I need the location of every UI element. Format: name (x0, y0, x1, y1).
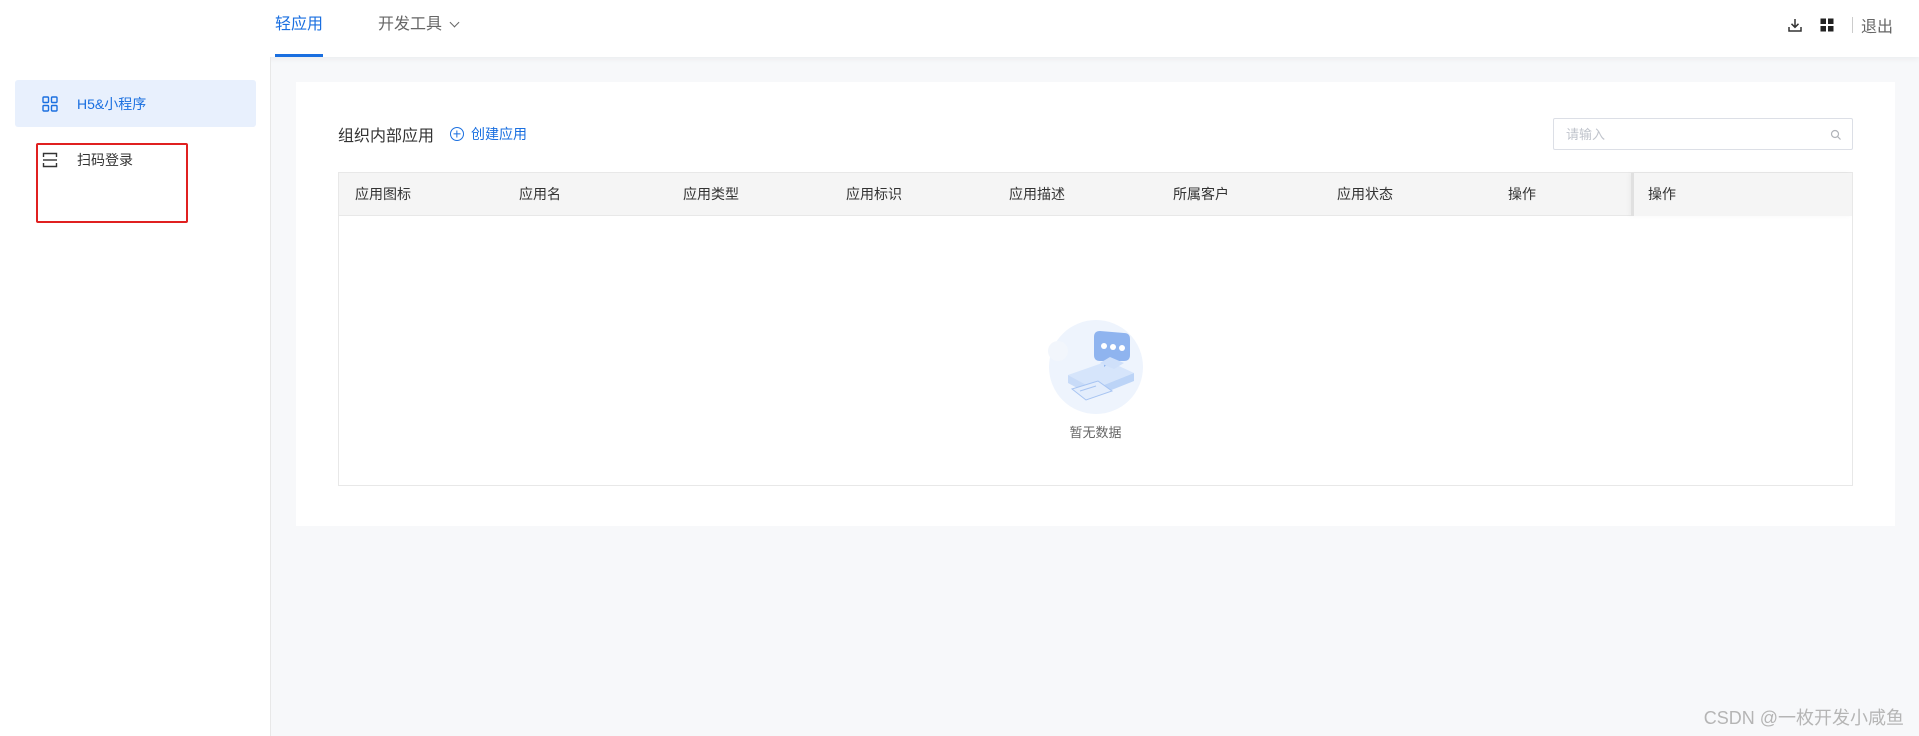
tab-light-apps-label: 轻应用 (275, 16, 324, 33)
column-header: 所属客户 (1173, 186, 1229, 202)
column-header: 应用标识 (846, 186, 902, 202)
main-card: 组织内部应用 创建应用 应用图标 应用名 应用类型 应用标识 应用描述 所属客户… (296, 82, 1895, 526)
apps-table: 应用图标 应用名 应用类型 应用标识 应用描述 所属客户 应用状态 操作 操作 (338, 172, 1853, 486)
column-header: 应用名 (519, 186, 561, 202)
sidebar-item-scan-login[interactable]: 扫码登录 (15, 136, 256, 183)
empty-box-illustration (1048, 320, 1143, 414)
divider (1851, 17, 1853, 33)
column-header: 应用图标 (355, 186, 411, 202)
create-app-label: 创建应用 (471, 126, 528, 142)
grid-icon[interactable] (1816, 14, 1838, 36)
card-header: 组织内部应用 创建应用 (338, 122, 527, 146)
sidebar-item-label: H5&小程序 (77, 95, 147, 112)
tab-dev-tools-label: 开发工具 (378, 16, 443, 33)
column-header: 应用状态 (1337, 186, 1393, 202)
watermark: CSDN @一枚开发小咸鱼 (1703, 708, 1904, 728)
header-actions: 退出 (1784, 14, 1893, 36)
fixed-column-header: 操作 (1631, 173, 1852, 216)
column-header: 应用描述 (1009, 186, 1065, 202)
scan-icon (41, 151, 59, 169)
apps-grid-icon (41, 95, 59, 113)
empty-state: 暂无数据 (339, 216, 1852, 486)
plus-circle-icon (450, 127, 465, 141)
search-input[interactable] (1554, 119, 1852, 149)
tab-dev-tools[interactable]: 开发工具 (378, 0, 460, 57)
page-title: 组织内部应用 (338, 128, 435, 145)
top-navigation-bar: 轻应用 开发工具 退出 (0, 0, 1919, 57)
search-icon (1830, 129, 1841, 140)
empty-state-text: 暂无数据 (1069, 425, 1122, 440)
table-header: 应用图标 应用名 应用类型 应用标识 应用描述 所属客户 应用状态 操作 操作 (339, 173, 1852, 216)
chevron-down-icon (449, 17, 460, 28)
logout-link[interactable]: 退出 (1861, 13, 1893, 37)
column-header: 操作 (1508, 186, 1536, 202)
create-app-button[interactable]: 创建应用 (450, 124, 527, 144)
column-header: 操作 (1648, 186, 1676, 202)
search-box (1553, 118, 1853, 150)
column-header: 应用类型 (683, 186, 739, 202)
sidebar-item-h5-mini-program[interactable]: H5&小程序 (15, 80, 256, 127)
download-icon[interactable] (1784, 14, 1806, 36)
sidebar-item-label: 扫码登录 (77, 151, 133, 168)
sidebar: H5&小程序 扫码登录 (0, 57, 271, 736)
tab-light-apps[interactable]: 轻应用 (275, 0, 324, 57)
